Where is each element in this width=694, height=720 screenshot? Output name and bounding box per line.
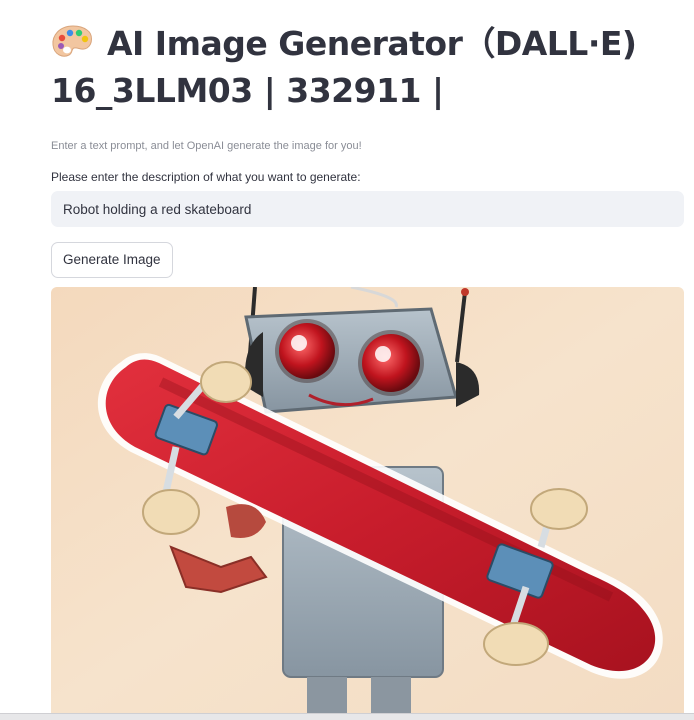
page-title-text: AI Image Generator（DALL·E) 16_3LLM03 | 3…	[51, 24, 637, 110]
page-title: AI Image Generator（DALL·E) 16_3LLM03 | 3…	[51, 0, 684, 114]
generated-image	[51, 287, 684, 713]
generate-image-button[interactable]: Generate Image	[51, 242, 173, 278]
app-page: AI Image Generator（DALL·E) 16_3LLM03 | 3…	[0, 0, 694, 720]
horizontal-scrollbar[interactable]	[0, 713, 694, 720]
prompt-label: Please enter the description of what you…	[51, 170, 361, 184]
main-content: AI Image Generator（DALL·E) 16_3LLM03 | 3…	[51, 0, 684, 278]
caption-text: Enter a text prompt, and let OpenAI gene…	[51, 140, 362, 152]
artist-palette-icon	[52, 25, 92, 57]
robot-skateboard-picture	[51, 287, 684, 713]
prompt-input[interactable]: Robot holding a red skateboard	[51, 191, 684, 227]
